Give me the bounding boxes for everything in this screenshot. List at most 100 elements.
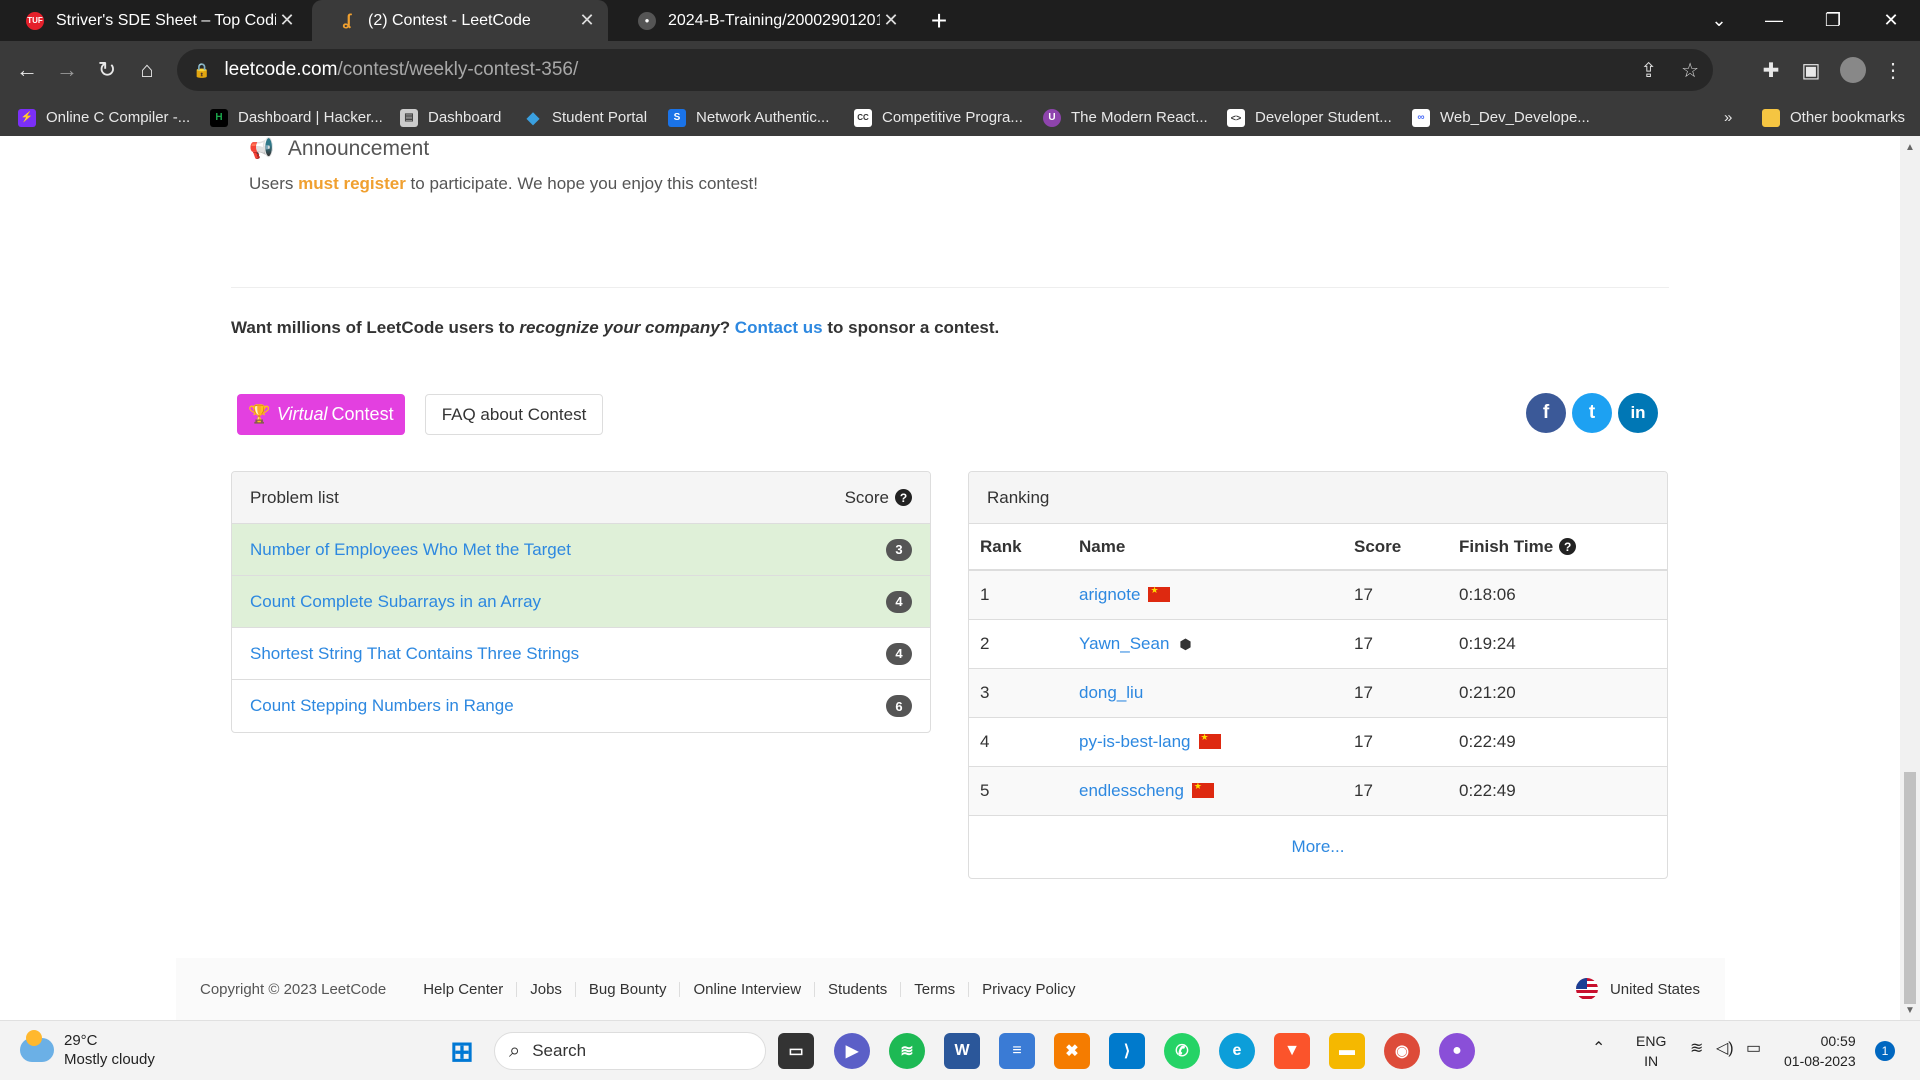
notepad-icon[interactable]: ≡ [999, 1033, 1035, 1069]
announcement-title: 📢 Announcement [249, 136, 429, 161]
back-icon[interactable]: ← [10, 53, 44, 87]
menu-icon[interactable]: ⋮ [1876, 53, 1910, 87]
tab-search-icon[interactable]: ⌄ [1692, 0, 1746, 41]
bookmark-item[interactable]: ▤ Dashboard [400, 99, 501, 136]
trophy-icon: 🏆 [248, 404, 271, 424]
user-link[interactable]: endlesscheng [1079, 781, 1184, 800]
clock[interactable]: 00:59 01-08-2023 [1784, 1031, 1856, 1071]
facebook-icon[interactable]: f [1526, 393, 1566, 433]
chevron-up-icon[interactable]: ⌃ [1592, 1039, 1605, 1059]
close-window-button[interactable]: ✕ [1864, 0, 1918, 41]
file-explorer-icon[interactable]: ▬ [1329, 1033, 1365, 1069]
bookmark-item[interactable]: ◆ Student Portal [524, 99, 647, 136]
whatsapp-icon[interactable]: ✆ [1164, 1033, 1200, 1069]
spotify-icon[interactable]: ≋ [889, 1033, 925, 1069]
virtual-contest-button[interactable]: 🏆 Virtual Contest [237, 394, 405, 435]
problem-row[interactable]: Count Complete Subarrays in an Array 4 [232, 576, 930, 628]
scroll-thumb[interactable] [1904, 772, 1916, 1004]
forward-icon[interactable]: → [50, 53, 84, 87]
teams-chat-icon[interactable]: ▶ [834, 1033, 870, 1069]
tab-leetcode-contest[interactable]: ʆ (2) Contest - LeetCode ✕ [312, 0, 608, 41]
language-indicator[interactable]: ENG IN [1636, 1031, 1666, 1071]
weather-widget[interactable]: 29°C Mostly cloudy [20, 1030, 155, 1069]
scroll-up-icon[interactable]: ▲ [1905, 142, 1915, 153]
home-icon[interactable]: ⌂ [130, 53, 164, 87]
region-selector[interactable]: United States [1575, 978, 1700, 1000]
bookmark-item[interactable]: <> Developer Student... [1227, 99, 1392, 136]
bookmark-item[interactable]: H Dashboard | Hacker... [210, 99, 383, 136]
bookmark-item[interactable]: ∞ Web_Dev_Develope... [1412, 99, 1590, 136]
bookmark-item[interactable]: U The Modern React... [1043, 99, 1208, 136]
extensions-icon[interactable]: ✚ [1754, 53, 1788, 87]
user-link[interactable]: dong_liu [1079, 683, 1143, 702]
linkedin-icon[interactable]: in [1618, 393, 1658, 433]
volume-icon[interactable]: ◁) [1716, 1039, 1734, 1059]
problem-row[interactable]: Count Stepping Numbers in Range 6 [232, 680, 930, 732]
footer-link-online-interview[interactable]: Online Interview [680, 981, 816, 997]
notification-badge[interactable]: 1 [1875, 1041, 1895, 1061]
restore-button[interactable]: ❐ [1806, 0, 1860, 41]
new-tab-button[interactable]: + [922, 4, 956, 38]
bookmark-label: Competitive Progra... [882, 109, 1023, 126]
faq-button[interactable]: FAQ about Contest [425, 394, 603, 435]
close-icon[interactable]: ✕ [576, 10, 598, 31]
close-icon[interactable]: ✕ [880, 10, 902, 31]
other-bookmarks[interactable]: Other bookmarks [1762, 99, 1905, 136]
page-scrollbar[interactable]: ▲ ▼ [1900, 136, 1920, 1020]
windows-start-icon[interactable]: ⊞ [444, 1033, 480, 1069]
profile-avatar[interactable] [1836, 53, 1870, 87]
side-panel-icon[interactable]: ▣ [1794, 53, 1828, 87]
twitter-icon[interactable]: t [1572, 393, 1612, 433]
footer-link-privacy-policy[interactable]: Privacy Policy [969, 982, 1088, 997]
user-link[interactable]: py-is-best-lang [1079, 732, 1191, 751]
xampp-icon[interactable]: ✖ [1054, 1033, 1090, 1069]
close-icon[interactable]: ✕ [276, 10, 298, 31]
chrome-icon[interactable]: ◉ [1384, 1033, 1420, 1069]
user-link[interactable]: Yawn_Sean [1079, 634, 1169, 653]
user-link[interactable]: arignote [1079, 585, 1140, 604]
problem-link[interactable]: Shortest String That Contains Three Stri… [250, 644, 579, 664]
minimize-button[interactable]: — [1747, 0, 1801, 41]
table-row: 5 endlesscheng 17 0:22:49 [969, 765, 1667, 815]
help-icon[interactable]: ? [1559, 538, 1577, 555]
problem-row[interactable]: Shortest String That Contains Three Stri… [232, 628, 930, 680]
announcement-text: Users must register to participate. We h… [249, 174, 758, 194]
bookmark-item[interactable]: ⚡ Online C Compiler -... [18, 99, 190, 136]
bolt-icon: ⚡ [18, 108, 36, 127]
reload-icon[interactable]: ↻ [90, 53, 124, 87]
problem-link[interactable]: Count Complete Subarrays in an Array [250, 592, 541, 612]
bookmark-item[interactable]: S Network Authentic... [668, 99, 829, 136]
tab-strivers[interactable]: TUF Striver's SDE Sheet – Top Coding ✕ [0, 0, 308, 41]
tab-github[interactable]: ● 2024-B-Training/20002901201020 ✕ [612, 0, 912, 41]
vscode-icon[interactable]: ⟩ [1109, 1033, 1145, 1069]
table-row: 4 py-is-best-lang 17 0:22:49 [969, 716, 1667, 766]
taskbar-search[interactable]: ⌕ Search [494, 1032, 766, 1070]
word-icon[interactable]: W [944, 1033, 980, 1069]
bookmark-star-icon[interactable]: ☆ [1681, 58, 1699, 83]
share-icon[interactable]: ⇪ [1640, 58, 1657, 83]
help-icon[interactable]: ? [895, 489, 912, 506]
more-rankings-link[interactable]: More... [969, 815, 1667, 878]
problem-link[interactable]: Count Stepping Numbers in Range [250, 696, 514, 716]
task-view-icon[interactable]: ▭ [778, 1033, 814, 1069]
brave-icon[interactable]: ▼ [1274, 1033, 1310, 1069]
scroll-down-icon[interactable]: ▼ [1905, 1005, 1915, 1016]
contact-us-link[interactable]: Contact us [735, 318, 823, 337]
bookmarks-overflow-icon[interactable]: » [1724, 99, 1732, 136]
register-link[interactable]: must register [298, 174, 406, 193]
bookmark-item[interactable]: CC Competitive Progra... [854, 99, 1023, 136]
footer-link-students[interactable]: Students [815, 981, 902, 997]
footer-link-jobs[interactable]: Jobs [517, 981, 576, 997]
url-path: /contest/weekly-contest-356/ [337, 59, 579, 80]
problem-row[interactable]: Number of Employees Who Met the Target 3 [232, 524, 930, 576]
footer-link-terms[interactable]: Terms [901, 981, 970, 997]
github-desktop-icon[interactable]: ● [1439, 1033, 1475, 1069]
footer-link-bug-bounty[interactable]: Bug Bounty [576, 981, 681, 997]
battery-icon[interactable]: ▭ [1746, 1039, 1761, 1059]
footer-link-help-center[interactable]: Help Center [410, 981, 518, 997]
address-bar[interactable]: 🔒 leetcode.com/contest/weekly-contest-35… [177, 49, 1713, 91]
problem-link[interactable]: Number of Employees Who Met the Target [250, 540, 571, 560]
wifi-icon[interactable]: ≋ [1690, 1039, 1703, 1059]
edge-icon[interactable]: e [1219, 1033, 1255, 1069]
rank-cell: 4 [969, 716, 1068, 766]
